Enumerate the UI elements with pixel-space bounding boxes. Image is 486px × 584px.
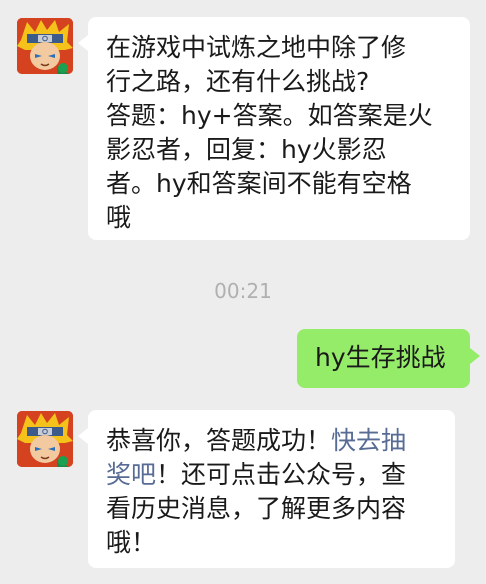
message-timestamp: 00:21: [214, 279, 272, 303]
message-line: 哦！: [106, 528, 157, 557]
message-text: ！还可点击公众号，查: [156, 460, 407, 489]
sender-avatar[interactable]: [17, 18, 73, 74]
naruto-avatar-icon: [17, 18, 73, 74]
message-line: 奖吧！还可点击公众号，查: [106, 458, 437, 492]
message-text: hy生存挑战: [315, 343, 446, 372]
message-line: 行之路，还有什么挑战?: [106, 67, 370, 96]
lottery-link[interactable]: 奖吧: [106, 460, 156, 489]
message-line: 哦: [106, 203, 132, 232]
message-line: 恭喜你，答题成功！快去抽: [106, 424, 437, 458]
message-bubble-result[interactable]: 恭喜你，答题成功！快去抽 奖吧！还可点击公众号，查 看历史消息，了解更多内容 哦…: [78, 410, 455, 568]
message-line: 答题：hy+答案。如答案是火: [106, 101, 433, 130]
message-bubble-reply[interactable]: hy生存挑战: [297, 329, 480, 388]
message-text: 恭喜你，答题成功！: [106, 426, 332, 455]
lottery-link[interactable]: 快去抽: [331, 426, 406, 455]
naruto-avatar-icon: [17, 411, 73, 467]
message-line: 影忍者，回复：hy火影忍: [106, 135, 387, 164]
message-line: 看历史消息，了解更多内容: [106, 494, 407, 523]
message-line: 者。hy和答案间不能有空格: [106, 169, 412, 198]
sender-avatar[interactable]: [17, 411, 73, 467]
message-line: 在游戏中试炼之地中除了修: [106, 33, 407, 62]
message-bubble-question[interactable]: 在游戏中试炼之地中除了修 行之路，还有什么挑战? 答题：hy+答案。如答案是火 …: [78, 17, 470, 240]
